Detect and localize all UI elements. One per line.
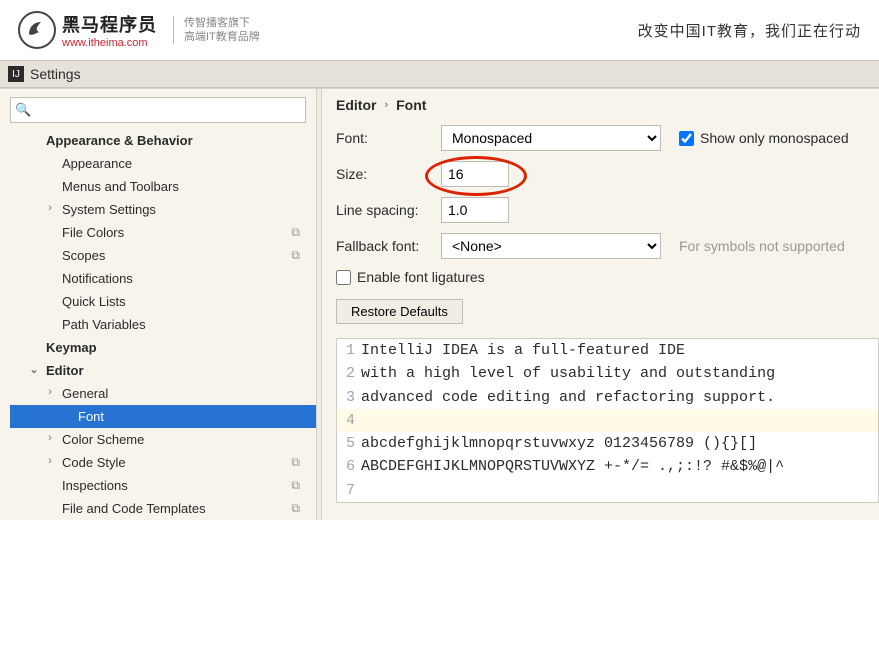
project-level-icon: ⧉ [291, 478, 300, 493]
brand-logo-icon [18, 11, 56, 49]
fallback-font-label: Fallback font: [336, 238, 441, 254]
chevron-right-icon: › [44, 202, 56, 214]
tree-path-variables[interactable]: Path Variables [10, 313, 316, 336]
window-title: Settings [30, 66, 81, 82]
project-level-icon: ⧉ [291, 455, 300, 470]
search-input[interactable] [10, 97, 306, 123]
tree-file-colors[interactable]: File Colors⧉ [10, 221, 316, 244]
tree-system-settings[interactable]: ›System Settings [10, 198, 316, 221]
tree-font[interactable]: Font [10, 405, 316, 428]
project-level-icon: ⧉ [291, 225, 300, 240]
brand-name: 黑马程序员 [62, 11, 157, 37]
show-monospaced-checkbox[interactable]: Show only monospaced [679, 130, 849, 146]
search-icon: 🔍 [15, 102, 31, 118]
settings-tree: Appearance & Behavior Appearance Menus a… [10, 129, 316, 520]
brand-url: www.itheima.com [62, 37, 157, 49]
search-wrap: 🔍 [10, 97, 306, 123]
show-monospaced-input[interactable] [679, 131, 694, 146]
tree-code-style[interactable]: ›Code Style⧉ [10, 451, 316, 474]
tree-notifications[interactable]: Notifications [10, 267, 316, 290]
font-label: Font: [336, 130, 441, 146]
page-banner: 黑马程序员 www.itheima.com 传智播客旗下 高端IT教育品牌 改变… [0, 0, 879, 60]
banner-slogan: 改变中国IT教育，我们正在行动 [638, 20, 861, 41]
project-level-icon: ⧉ [291, 501, 300, 516]
brand: 黑马程序员 www.itheima.com 传智播客旗下 高端IT教育品牌 [18, 11, 260, 49]
breadcrumb-leaf: Font [396, 97, 426, 113]
tree-file-code-templates[interactable]: File and Code Templates⧉ [10, 497, 316, 520]
sidebar: 🔍 Appearance & Behavior Appearance Menus… [0, 89, 316, 520]
line-spacing-input[interactable] [441, 197, 509, 223]
font-preview: 1IntelliJ IDEA is a full-featured IDE 2w… [336, 338, 879, 503]
tree-scopes[interactable]: Scopes⧉ [10, 244, 316, 267]
breadcrumb-root[interactable]: Editor [336, 97, 376, 113]
line-spacing-label: Line spacing: [336, 202, 441, 218]
ligatures-checkbox[interactable]: Enable font ligatures [336, 269, 485, 285]
main-panel: Editor › Font Font: Monospaced Show only… [322, 89, 879, 520]
chevron-right-icon: › [44, 432, 56, 444]
tree-keymap[interactable]: Keymap [10, 336, 316, 359]
tree-inspections[interactable]: Inspections⧉ [10, 474, 316, 497]
breadcrumb: Editor › Font [336, 97, 879, 113]
font-select[interactable]: Monospaced [441, 125, 661, 151]
restore-defaults-button[interactable]: Restore Defaults [336, 299, 463, 324]
tree-quick-lists[interactable]: Quick Lists [10, 290, 316, 313]
chevron-right-icon: › [384, 99, 388, 111]
tree-appearance-behavior[interactable]: Appearance & Behavior [10, 129, 316, 152]
size-highlight [441, 161, 509, 187]
window-titlebar: IJ Settings [0, 60, 879, 88]
chevron-right-icon: › [44, 386, 56, 398]
fallback-hint: For symbols not supported [679, 238, 845, 254]
chevron-down-icon: ⌄ [28, 363, 40, 376]
tree-general[interactable]: ›General [10, 382, 316, 405]
tree-menus-toolbars[interactable]: Menus and Toolbars [10, 175, 316, 198]
ligatures-input[interactable] [336, 270, 351, 285]
tree-appearance[interactable]: Appearance [10, 152, 316, 175]
fallback-font-select[interactable]: <None> [441, 233, 661, 259]
tree-editor[interactable]: ⌄Editor [10, 359, 316, 382]
tree-color-scheme[interactable]: ›Color Scheme [10, 428, 316, 451]
app-icon: IJ [8, 66, 24, 82]
project-level-icon: ⧉ [291, 248, 300, 263]
size-label: Size: [336, 166, 441, 182]
size-input[interactable] [441, 161, 509, 187]
brand-side: 传智播客旗下 高端IT教育品牌 [173, 16, 260, 45]
settings-body: 🔍 Appearance & Behavior Appearance Menus… [0, 88, 879, 520]
chevron-right-icon: › [44, 455, 56, 467]
